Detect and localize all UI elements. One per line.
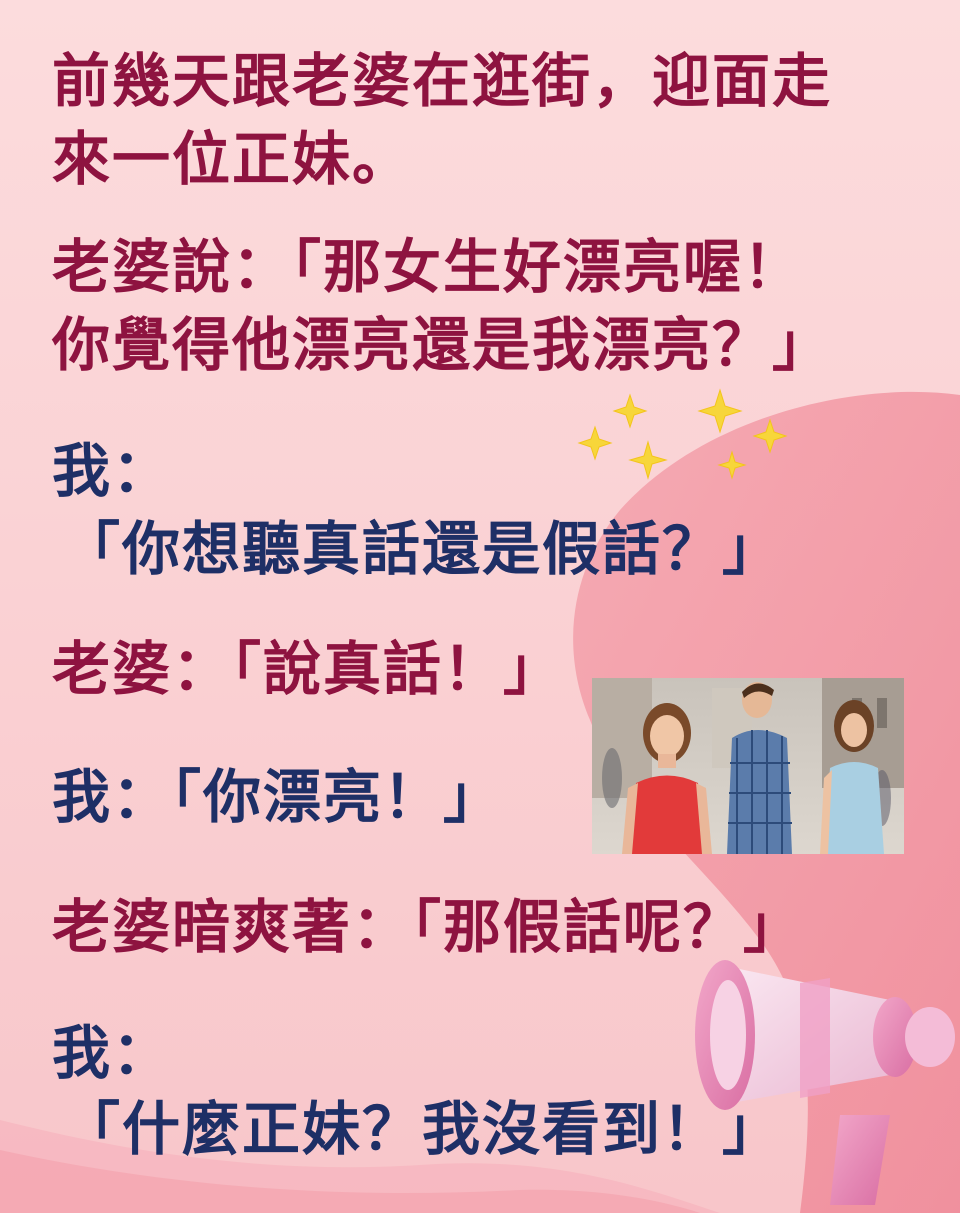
wife-question-line-2: 你覺得他漂亮還是我漂亮？」 <box>52 311 833 379</box>
intro-line-2: 來一位正妹。 <box>52 125 413 193</box>
wife-reply-1: 老婆：「說真話！」 <box>52 635 564 703</box>
me-reply-2: 我：「你漂亮！」 <box>52 763 504 831</box>
sparkle-icon <box>577 388 788 480</box>
intro-line-1: 前幾天跟老婆在逛街，迎面走 <box>52 47 833 115</box>
wife-question-line-1: 老婆說：「那女生好漂亮喔！ <box>52 233 804 301</box>
wife-reply-2: 老婆暗爽著：「那假話呢？」 <box>52 893 804 961</box>
me-label-1: 我： <box>52 437 173 505</box>
me-label-2: 我： <box>52 1019 173 1087</box>
distracted-boyfriend-meme-photo <box>592 678 904 854</box>
me-reply-1: 「你想聽真話還是假話？」 <box>62 515 783 583</box>
me-reply-3: 「什麼正妹？我沒看到！」 <box>62 1095 783 1163</box>
